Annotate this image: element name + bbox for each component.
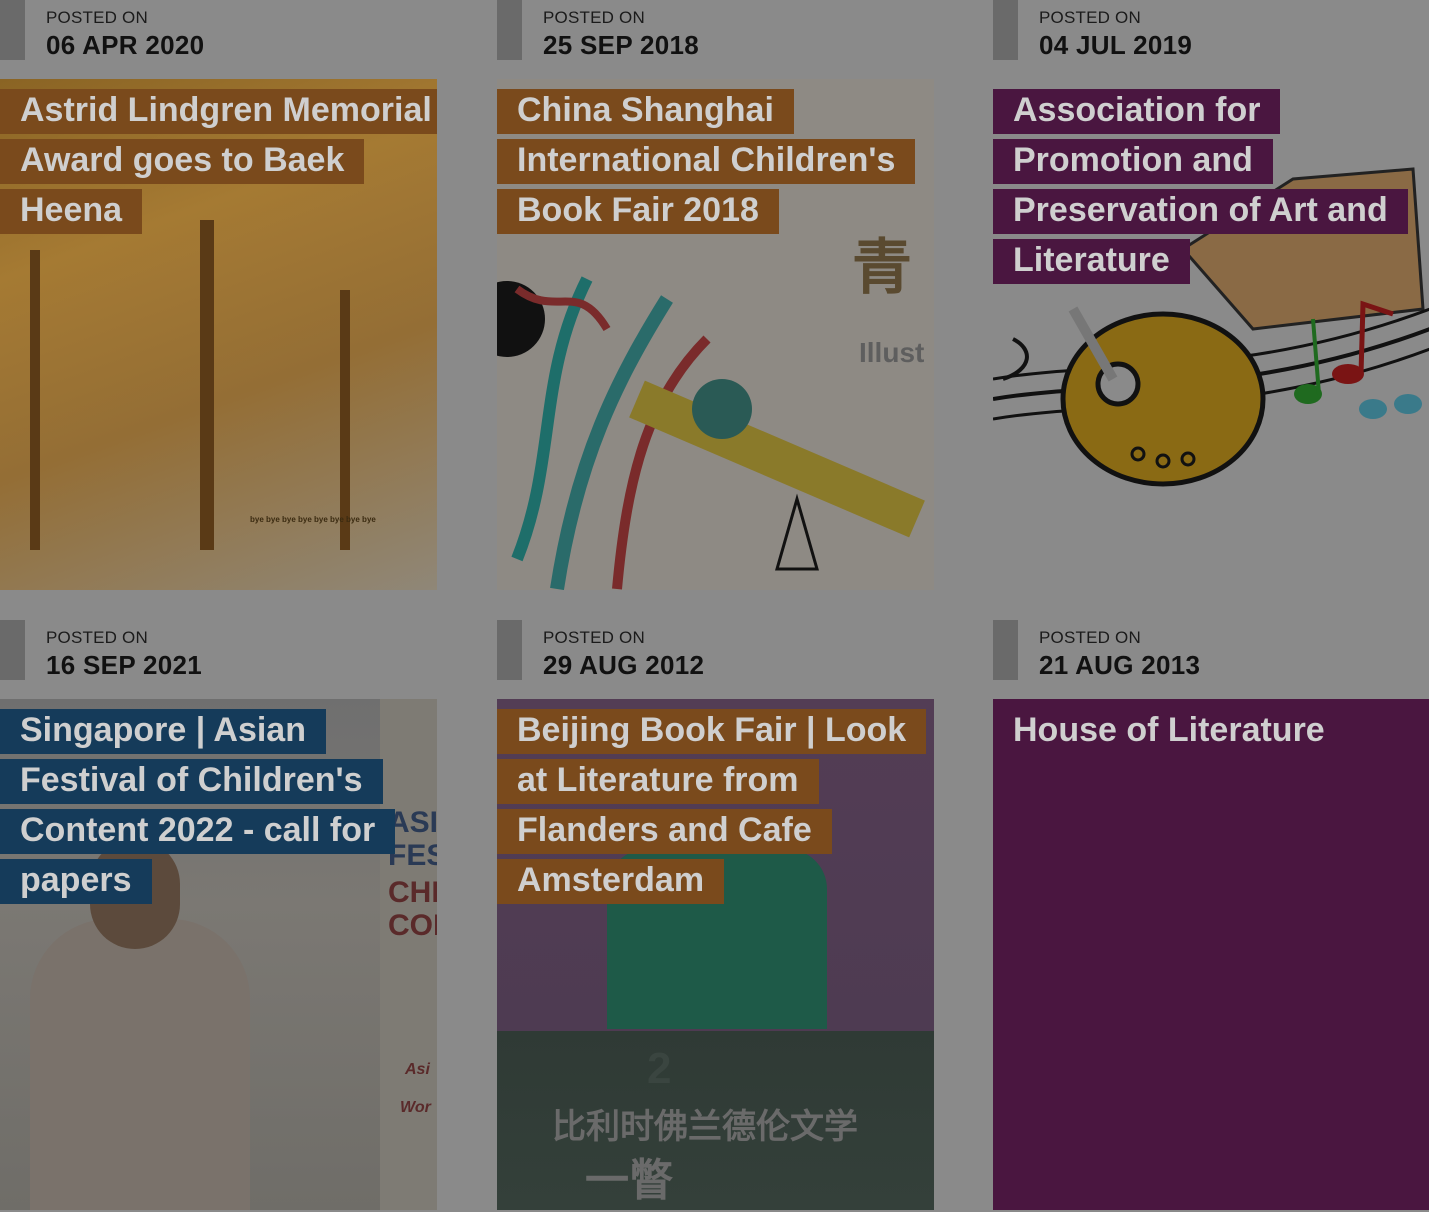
banner-small-text: Asi bbox=[405, 1061, 430, 1078]
date-accent-bar bbox=[993, 620, 1018, 680]
post-date-row: POSTED ON 29 AUG 2012 bbox=[497, 620, 934, 699]
post-date-row: POSTED ON 04 JUL 2019 bbox=[993, 0, 1429, 79]
post-date: 16 SEP 2021 bbox=[46, 650, 203, 680]
posted-on-label: POSTED ON bbox=[46, 8, 148, 27]
post-thumbnail[interactable]: bye bye bye bye bye bye bye bye Astrid L… bbox=[0, 79, 437, 590]
post-thumbnail[interactable]: 2 比利时佛兰德伦文学 一瞥 Beijing Book Fair | Look … bbox=[497, 699, 934, 1210]
post-card[interactable]: POSTED ON 16 SEP 2021 ASI FES CHI CON As… bbox=[0, 620, 437, 1210]
posted-on-label: POSTED ON bbox=[1039, 628, 1141, 647]
cover-chinese-title: 比利时佛兰德伦文学 bbox=[552, 1108, 858, 1146]
post-card[interactable]: POSTED ON 25 SEP 2018 青 Illust China Sha… bbox=[497, 0, 934, 590]
post-title[interactable]: Singapore | Asian Festival of Children's… bbox=[0, 705, 437, 905]
posted-on-label: POSTED ON bbox=[543, 8, 645, 27]
cover-chinese-subtitle: 一瞥 bbox=[585, 1156, 673, 1205]
post-date-row: POSTED ON 06 APR 2020 bbox=[0, 0, 437, 79]
post-thumbnail[interactable]: Association for Promotion and Preservati… bbox=[993, 79, 1429, 590]
posted-on-label: POSTED ON bbox=[46, 628, 148, 647]
posted-on-label: POSTED ON bbox=[1039, 8, 1141, 27]
post-date: 04 JUL 2019 bbox=[1039, 30, 1193, 60]
post-title[interactable]: Beijing Book Fair | Look at Literature f… bbox=[497, 705, 934, 905]
date-accent-bar bbox=[497, 0, 522, 60]
post-card[interactable]: POSTED ON 04 JUL 2019 Association for Pr… bbox=[993, 0, 1429, 590]
post-title[interactable]: Association for Promotion and Preservati… bbox=[993, 85, 1429, 285]
post-card[interactable]: POSTED ON 06 APR 2020 bye bye bye bye by… bbox=[0, 0, 437, 590]
date-accent-bar bbox=[993, 0, 1018, 60]
post-thumbnail[interactable]: House of Literature bbox=[993, 699, 1429, 1210]
banner-sign-line: CON bbox=[388, 909, 437, 942]
date-accent-bar bbox=[497, 620, 522, 680]
post-date-row: POSTED ON 25 SEP 2018 bbox=[497, 0, 934, 79]
post-date: 25 SEP 2018 bbox=[543, 30, 700, 60]
thumbnail-word: Illust bbox=[859, 337, 925, 368]
post-title[interactable]: Astrid Lindgren Memorial Award goes to B… bbox=[0, 85, 437, 235]
post-title[interactable]: China Shanghai International Children's … bbox=[497, 85, 934, 235]
post-date: 21 AUG 2013 bbox=[1039, 650, 1201, 680]
thumbnail-caption: bye bye bye bye bye bye bye bye bbox=[250, 515, 376, 524]
posted-on-label: POSTED ON bbox=[543, 628, 645, 647]
cover-number: 2 bbox=[647, 1044, 672, 1093]
post-date: 29 AUG 2012 bbox=[543, 650, 705, 680]
banner-small-text: Wor bbox=[400, 1099, 431, 1116]
post-date: 06 APR 2020 bbox=[46, 30, 205, 60]
post-thumbnail[interactable]: 青 Illust China Shanghai International Ch… bbox=[497, 79, 934, 590]
post-thumbnail[interactable]: ASI FES CHI CON Asi Wor Singapore | Asia… bbox=[0, 699, 437, 1210]
post-card[interactable]: POSTED ON 21 AUG 2013 House of Literatur… bbox=[993, 620, 1429, 1210]
post-date-row: POSTED ON 16 SEP 2021 bbox=[0, 620, 437, 699]
date-accent-bar bbox=[0, 620, 25, 680]
post-card[interactable]: POSTED ON 29 AUG 2012 2 比利时佛兰德伦文学 一瞥 Bei… bbox=[497, 620, 934, 1210]
post-date-row: POSTED ON 21 AUG 2013 bbox=[993, 620, 1429, 699]
date-accent-bar bbox=[0, 0, 25, 60]
post-title[interactable]: House of Literature bbox=[993, 705, 1429, 755]
speaker-figure bbox=[30, 919, 250, 1210]
